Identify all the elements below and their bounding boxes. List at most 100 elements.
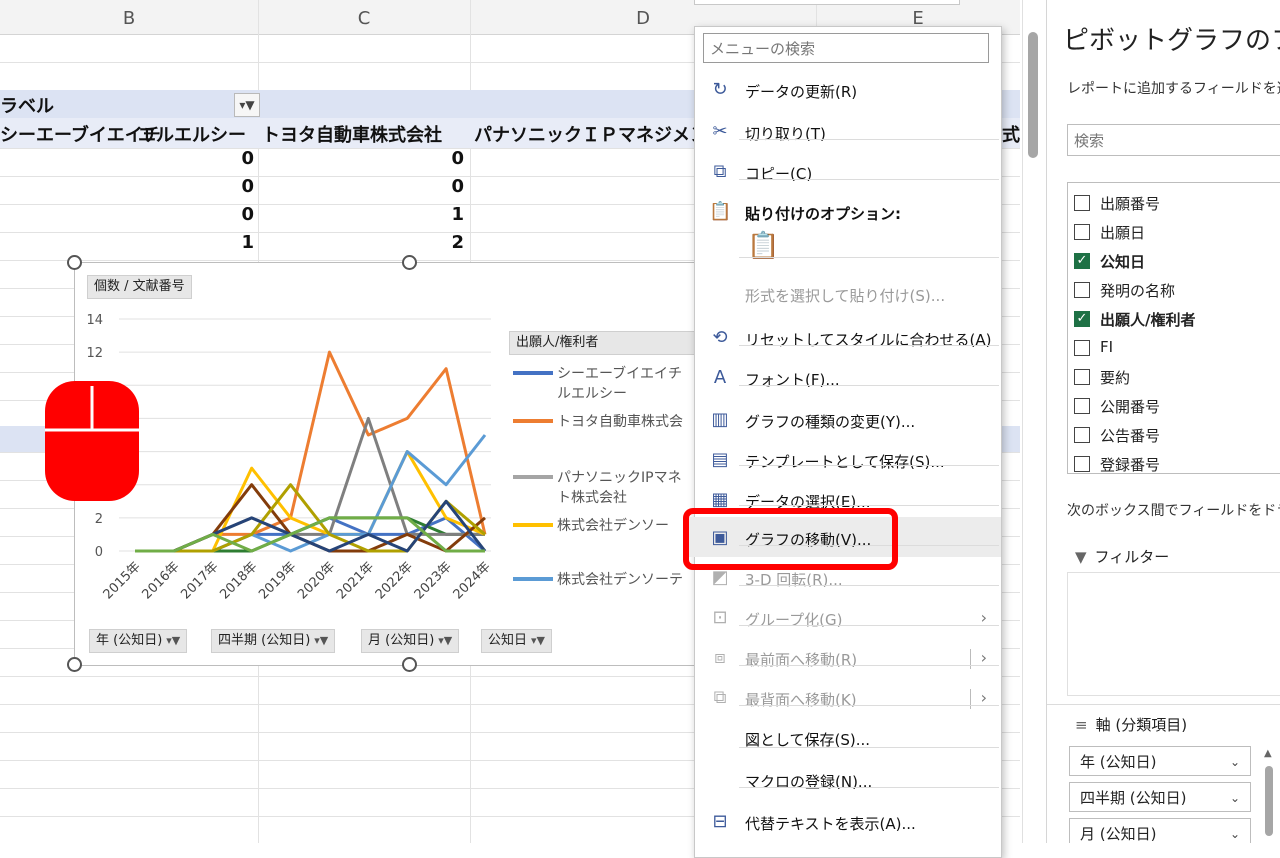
resize-handle[interactable] xyxy=(67,255,82,270)
y-tick-label: 14 xyxy=(86,313,103,328)
legend-label: トヨタ自動車株式会 xyxy=(557,414,683,430)
field-label: FI xyxy=(1100,338,1114,356)
pivot-cell[interactable]: 1 xyxy=(214,232,254,253)
axis-button-month[interactable]: 月 (公知日) ▾▼ xyxy=(361,629,460,653)
chevron-down-icon: ⌄ xyxy=(1229,827,1240,841)
legend-swatch xyxy=(513,577,553,581)
menu-item-refresh-data[interactable]: ↻ データの更新(R) xyxy=(695,71,1001,111)
checkbox-icon[interactable] xyxy=(1074,195,1090,211)
menu-item-send-to-back: ⧉ 最背面へ移動(K) › xyxy=(695,679,1001,719)
series-line-5[interactable] xyxy=(135,450,486,553)
menu-item-label: 切り取り(T) xyxy=(745,125,826,143)
legend-label: シーエーブイエイチ xyxy=(557,366,683,382)
pivot-chart[interactable]: 個数 / 文献番号 0 2 12 14 2015年 2016年 2017年 2018年 2019… xyxy=(74,262,703,666)
legend-label-line2: ルエルシー xyxy=(557,386,627,402)
pivot-cell[interactable]: 0 xyxy=(214,176,254,197)
checkbox-icon[interactable] xyxy=(1074,224,1090,240)
axis-area-label: 軸 (分類項目) xyxy=(1095,716,1188,734)
scroll-up-arrow[interactable]: ▲ xyxy=(1264,748,1272,759)
filter-dropdown-icon[interactable]: ▾▼ xyxy=(234,93,260,117)
column-header-c[interactable]: C xyxy=(258,0,470,35)
menu-separator xyxy=(739,385,999,386)
scrollbar-thumb[interactable] xyxy=(1028,32,1038,158)
group-icon: ⊡ xyxy=(712,607,728,628)
menu-item-bring-to-front: ⧈ 最前面へ移動(R) › xyxy=(695,639,1001,679)
menu-item-copy[interactable]: ⧉ コピー(C) xyxy=(695,153,1001,193)
chart-plot-area[interactable]: 0 2 12 14 2015年2016年2017年2018年2019年2020年2021… xyxy=(75,263,695,665)
menu-separator xyxy=(739,705,999,706)
checkbox-icon[interactable] xyxy=(1074,456,1090,472)
menu-item-cut[interactable]: ✂ 切り取り(T) xyxy=(695,113,1001,153)
resize-handle[interactable] xyxy=(402,255,417,270)
menu-item-label: データの更新(R) xyxy=(745,83,858,101)
menu-item-reset-style[interactable]: ⟲ リセットしてスタイルに合わせる(A) xyxy=(695,319,1001,359)
pivot-cell[interactable]: 0 xyxy=(214,148,254,169)
resize-handle[interactable] xyxy=(67,657,82,672)
x-tick-label: 2017年 xyxy=(178,559,221,602)
menu-item-label: マクロの登録(N)... xyxy=(745,773,873,791)
pivot-cell[interactable]: 0 xyxy=(214,204,254,225)
checkbox-icon[interactable] xyxy=(1074,369,1090,385)
resize-handle[interactable] xyxy=(402,657,417,672)
axis-field-label: 四半期 (公知日) xyxy=(1080,789,1187,807)
chevron-down-icon: ⌄ xyxy=(1229,791,1240,805)
menu-item-paste-options[interactable]: 📋 貼り付けのオプション: xyxy=(695,193,1001,233)
pivot-col-header-5: 式 xyxy=(1002,125,1020,146)
menu-item-label: リセットしてスタイルに合わせる(A) xyxy=(745,331,992,349)
menu-item-save-as-picture[interactable]: 図として保存(S)... xyxy=(695,719,1001,759)
legend-swatch xyxy=(513,419,553,423)
axis-field-dropdown[interactable]: 月 (公知日) ⌄ xyxy=(1069,818,1251,843)
field-list[interactable]: 出願番号 出願日 ✓ 公知日 発明の名称 ✓ 出願人/権利者 FI 要約 公開番号 公告番号 登録番号 xyxy=(1067,182,1280,474)
split-divider xyxy=(970,649,971,669)
pivot-cell[interactable]: 1 xyxy=(424,204,464,225)
legend-swatch xyxy=(513,523,553,527)
axis-button-year[interactable]: 年 (公知日) ▾▼ xyxy=(89,629,188,653)
menu-item-change-chart-type[interactable]: ▥ グラフの種類の変更(Y)... xyxy=(695,401,1001,441)
axis-button-label: 月 (公知日) xyxy=(368,633,435,648)
filter-area-header: ▼ フィルター xyxy=(1075,546,1169,567)
x-tick-label: 2023年 xyxy=(412,559,455,602)
front-icon: ⧈ xyxy=(714,647,726,668)
split-divider xyxy=(970,689,971,709)
pivot-cell[interactable]: 0 xyxy=(424,148,464,169)
scrollbar-thumb[interactable] xyxy=(1265,766,1273,836)
checkbox-icon[interactable] xyxy=(1074,427,1090,443)
field-label: 出願番号 xyxy=(1100,195,1161,213)
x-tick-label: 2018年 xyxy=(217,559,260,602)
vertical-scrollbar[interactable] xyxy=(1022,0,1045,843)
checkbox-icon[interactable] xyxy=(1074,282,1090,298)
template-icon: ▤ xyxy=(711,449,729,470)
pivot-field-pane[interactable]: ピボットグラフのフィー レポートに追加するフィールドを選 検索 出願番号出願日 ✓… xyxy=(1046,0,1280,843)
axis-field-dropdown[interactable]: 四半期 (公知日) ⌄ xyxy=(1069,782,1251,812)
pivot-row-label: ラベル xyxy=(0,96,54,117)
x-tick-label: 2019年 xyxy=(256,559,299,602)
filter-drop-area[interactable] xyxy=(1067,572,1280,696)
font-icon: A xyxy=(713,367,727,388)
axis-area-scrollbar[interactable]: ▲ xyxy=(1261,748,1277,843)
menu-item-paste-special: 形式を選択して貼り付け(S)... xyxy=(695,275,1001,315)
menu-search-input[interactable]: メニューの検索 xyxy=(703,33,989,63)
context-menu[interactable]: メニューの検索 ↻ データの更新(R) ✂ 切り取り(T) ⧉ コピー(C) 📋 貼り付けのオ… xyxy=(685,26,1002,858)
axis-field-dropdown[interactable]: 年 (公知日) ⌄ xyxy=(1069,746,1251,776)
checkbox-icon[interactable] xyxy=(1074,340,1090,356)
x-tick-label: 2024年 xyxy=(451,559,494,602)
axis-button-quarter[interactable]: 四半期 (公知日) ▾▼ xyxy=(211,629,336,653)
menu-item-label: グラフの種類の変更(Y)... xyxy=(745,413,916,431)
menu-top-edge xyxy=(694,0,960,5)
menu-item-assign-macro[interactable]: マクロの登録(N)... xyxy=(695,761,1001,801)
checkbox-icon[interactable] xyxy=(1074,398,1090,414)
column-header-b[interactable]: B xyxy=(0,0,258,35)
field-search-input[interactable]: 検索 xyxy=(1067,124,1280,156)
checkbox-checked-icon[interactable]: ✓ xyxy=(1074,311,1090,327)
menu-item-font[interactable]: A フォント(F)... xyxy=(695,359,1001,399)
x-tick-label: 2021年 xyxy=(334,559,377,602)
pivot-cell[interactable]: 0 xyxy=(424,176,464,197)
menu-item-save-template[interactable]: ▤ テンプレートとして保存(S)... xyxy=(695,441,1001,481)
legend-field-button[interactable]: 出願人/権利者 xyxy=(509,331,703,355)
checkbox-checked-icon[interactable]: ✓ xyxy=(1074,253,1090,269)
pivot-cell[interactable]: 2 xyxy=(424,232,464,253)
legend-label: パナソニックIPマネ xyxy=(557,470,682,486)
axis-button-date[interactable]: 公知日 ▾▼ xyxy=(481,629,552,653)
menu-item-alt-text[interactable]: ⊟ 代替テキストを表示(A)... xyxy=(695,803,1001,843)
filter-icon: ▾▼ xyxy=(314,634,329,647)
